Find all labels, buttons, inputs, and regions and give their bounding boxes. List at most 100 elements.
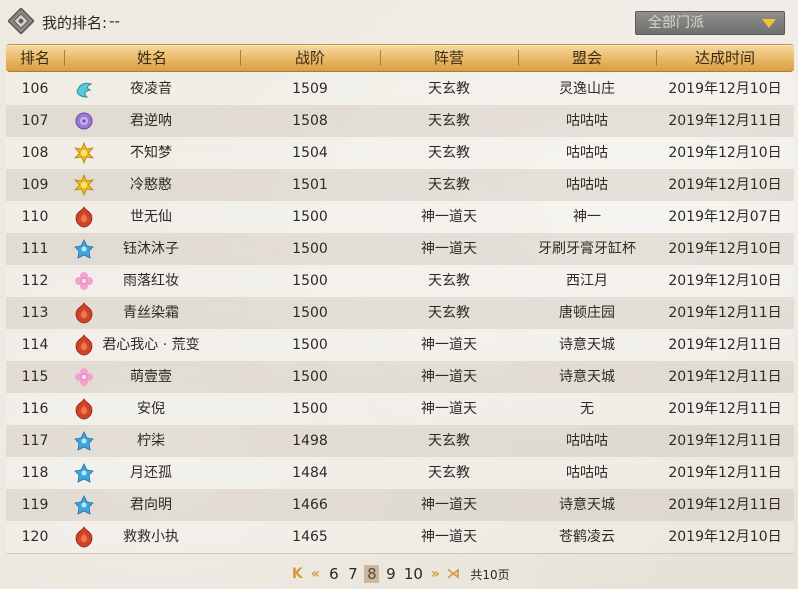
- date-cell: 2019年12月11日: [668, 401, 782, 417]
- date-cell: 2019年12月11日: [668, 433, 782, 449]
- tier-cell: 1504: [292, 145, 328, 161]
- guild-cell: 诗意天城: [559, 337, 615, 353]
- guild-cell: 咕咕咕: [566, 145, 608, 161]
- table-row[interactable]: 117 柠柒 1498 天玄教 咕咕咕 2019年12月11日: [6, 425, 794, 457]
- tier-cell: 1500: [292, 305, 328, 321]
- tier-cell: 1508: [292, 113, 328, 129]
- guild-cell: 苍鹤凌云: [559, 529, 615, 545]
- school-filter-dropdown[interactable]: 全部门派: [635, 11, 785, 35]
- page-8-current[interactable]: 8: [364, 565, 380, 583]
- date-cell: 2019年12月11日: [668, 497, 782, 513]
- top-bar: 我的排名: -- 全部门派: [0, 0, 798, 44]
- page-7[interactable]: 7: [343, 565, 362, 583]
- name-cell: 雨落红妆: [123, 273, 179, 289]
- name-cell: 青丝染霜: [123, 305, 179, 321]
- name-cell: 不知梦: [130, 145, 172, 161]
- table-row[interactable]: 116 安倪 1500 神一道天 无 2019年12月11日: [6, 393, 794, 425]
- blue-crest-icon: [74, 463, 94, 483]
- name-cell: 君向明: [130, 497, 172, 513]
- rank-cell: 117: [21, 433, 49, 449]
- gold-sun-icon: [73, 142, 95, 164]
- date-cell: 2019年12月11日: [668, 113, 782, 129]
- name-cell: 月还孤: [130, 465, 172, 481]
- name-cell: 君心我心 · 荒变: [102, 337, 200, 353]
- tier-cell: 1501: [292, 177, 328, 193]
- blue-crest-icon: [74, 495, 94, 515]
- rank-cell: 108: [21, 145, 49, 161]
- next-page-icon[interactable]: »: [426, 566, 444, 582]
- rank-cell: 115: [21, 369, 49, 385]
- camp-cell: 神一道天: [421, 529, 477, 545]
- guild-cell: 牙刷牙膏牙缸杯: [538, 241, 636, 257]
- table-row[interactable]: 119 君向明 1466 神一道天 诗意天城 2019年12月11日: [6, 489, 794, 521]
- name-cell: 钰沐沐子: [123, 241, 179, 257]
- camp-cell: 神一道天: [421, 369, 477, 385]
- rank-cell: 111: [21, 241, 49, 257]
- table-row[interactable]: 107 君逆呐 1508 天玄教 咕咕咕 2019年12月11日: [6, 105, 794, 137]
- blue-crest-icon: [74, 239, 94, 259]
- table-row[interactable]: 111 钰沐沐子 1500 神一道天 牙刷牙膏牙缸杯 2019年12月10日: [6, 233, 794, 265]
- red-flame-icon: [75, 398, 93, 420]
- table-row[interactable]: 110 世无仙 1500 神一道天 神一 2019年12月07日: [6, 201, 794, 233]
- first-page-icon[interactable]: K: [288, 566, 306, 582]
- camp-cell: 天玄教: [428, 177, 470, 193]
- col-header-rank[interactable]: 排名: [6, 45, 64, 71]
- gold-sun-icon: [73, 174, 95, 196]
- camp-cell: 神一道天: [421, 209, 477, 225]
- ranking-table-body: 106 夜凌音 1509 天玄教 灵逸山庄 2019年12月10日 107 君逆呐 1508 天玄…: [6, 73, 794, 553]
- camp-cell: 神一道天: [421, 497, 477, 513]
- date-cell: 2019年12月07日: [668, 209, 782, 225]
- col-header-tier[interactable]: 战阶: [240, 45, 380, 71]
- table-row[interactable]: 114 君心我心 · 荒变 1500 神一道天 诗意天城 2019年12月11日: [6, 329, 794, 361]
- camp-cell: 神一道天: [421, 337, 477, 353]
- guild-cell: 诗意天城: [559, 497, 615, 513]
- col-header-date[interactable]: 达成时间: [656, 45, 794, 71]
- table-row[interactable]: 118 月还孤 1484 天玄教 咕咕咕 2019年12月11日: [6, 457, 794, 489]
- table-row[interactable]: 113 青丝染霜 1500 天玄教 唐顿庄园 2019年12月11日: [6, 297, 794, 329]
- col-header-camp[interactable]: 阵营: [380, 45, 518, 71]
- red-flame-icon: [75, 206, 93, 228]
- camp-cell: 神一道天: [421, 241, 477, 257]
- guild-cell: 诗意天城: [559, 369, 615, 385]
- camp-cell: 天玄教: [428, 81, 470, 97]
- my-rank: 我的排名: --: [42, 12, 120, 33]
- rank-cell: 118: [21, 465, 49, 481]
- date-cell: 2019年12月11日: [668, 305, 782, 321]
- tier-cell: 1466: [292, 497, 328, 513]
- last-page-icon[interactable]: ⋊: [444, 566, 462, 582]
- table-row[interactable]: 109 冷憨憨 1501 天玄教 咕咕咕 2019年12月10日: [6, 169, 794, 201]
- name-cell: 萌壹壹: [130, 369, 172, 385]
- table-row[interactable]: 120 救救小执 1465 神一道天 苍鹤凌云 2019年12月10日: [6, 521, 794, 553]
- camp-cell: 天玄教: [428, 273, 470, 289]
- name-cell: 世无仙: [130, 209, 172, 225]
- camp-cell: 天玄教: [428, 113, 470, 129]
- rank-cell: 106: [21, 81, 49, 97]
- name-cell: 救救小执: [123, 529, 179, 545]
- col-header-guild[interactable]: 盟会: [518, 45, 656, 71]
- rank-cell: 114: [21, 337, 49, 353]
- table-row[interactable]: 115 萌壹壹 1500 神一道天 诗意天城 2019年12月11日: [6, 361, 794, 393]
- table-row[interactable]: 106 夜凌音 1509 天玄教 灵逸山庄 2019年12月10日: [6, 73, 794, 105]
- guild-cell: 灵逸山庄: [559, 81, 615, 97]
- page-9[interactable]: 9: [381, 565, 400, 583]
- school-filter-value: 全部门派: [648, 15, 704, 31]
- tier-cell: 1509: [292, 81, 328, 97]
- date-cell: 2019年12月10日: [668, 529, 782, 545]
- guild-cell: 神一: [573, 209, 601, 225]
- purple-lotus-icon: [75, 112, 93, 130]
- page-10[interactable]: 10: [400, 565, 426, 583]
- total-pages: 共10页: [470, 567, 510, 582]
- rank-cell: 109: [21, 177, 49, 193]
- tier-cell: 1500: [292, 241, 328, 257]
- table-row[interactable]: 108 不知梦 1504 天玄教 咕咕咕 2019年12月10日: [6, 137, 794, 169]
- prev-page-icon[interactable]: «: [306, 566, 324, 582]
- col-header-name[interactable]: 姓名: [64, 45, 240, 71]
- red-flame-icon: [75, 334, 93, 356]
- name-cell: 夜凌音: [130, 81, 172, 97]
- table-row[interactable]: 112 雨落红妆 1500 天玄教 西江月 2019年12月10日: [6, 265, 794, 297]
- tier-cell: 1498: [292, 433, 328, 449]
- date-cell: 2019年12月10日: [668, 177, 782, 193]
- page-6[interactable]: 6: [324, 565, 343, 583]
- my-rank-label: 我的排名:: [42, 14, 108, 32]
- date-cell: 2019年12月10日: [668, 273, 782, 289]
